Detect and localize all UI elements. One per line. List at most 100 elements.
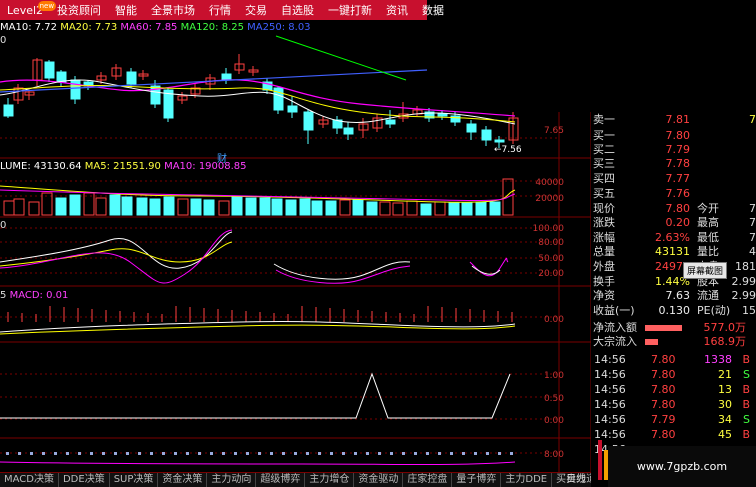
menu-item-5[interactable]: 交易 xyxy=(238,2,274,18)
menu-item-6[interactable]: 自选股 xyxy=(274,2,321,18)
period-label[interactable]: 日线 xyxy=(566,470,586,485)
tick-vol: 30 xyxy=(718,398,732,411)
candle-body xyxy=(287,105,298,113)
menu-item-4[interactable]: 行情 xyxy=(202,2,238,18)
bid3-row[interactable]: 买三 7.78 xyxy=(591,157,756,170)
indicator-tab-6[interactable]: 主力增仓 xyxy=(305,473,355,487)
indicator-tab-10[interactable]: 主力DDE xyxy=(501,473,553,487)
kdj-axis-1: 100.00 xyxy=(532,224,565,234)
ma-header-row2: 0 xyxy=(0,35,7,46)
indicator-dot xyxy=(54,452,57,455)
indicator-dot xyxy=(318,452,321,455)
indicator-dot xyxy=(78,452,81,455)
indicator-dot xyxy=(234,452,237,455)
tick-time: 14:56 xyxy=(594,368,626,381)
indicator-tab-3[interactable]: 资金决策 xyxy=(158,473,208,487)
bid2-price: 7.79 xyxy=(665,143,691,156)
volume-bar xyxy=(271,198,283,216)
indicator-dot xyxy=(222,452,225,455)
volume-bar xyxy=(231,196,243,216)
open-value: 7 xyxy=(749,202,756,215)
menu-item-0[interactable]: Level2 new xyxy=(0,0,57,17)
menu-item-9[interactable]: 数据 xyxy=(415,2,451,18)
netflow-value: 577.0万 xyxy=(703,321,747,334)
indicator-tab-0[interactable]: MACD决策 xyxy=(0,473,59,487)
indicator-dot xyxy=(510,452,513,455)
indicator-dot xyxy=(270,452,273,455)
indicator-dot xyxy=(402,452,405,455)
open-label: 今开 xyxy=(697,202,719,215)
volume-bar xyxy=(203,199,215,216)
menu-item-2[interactable]: 智能 xyxy=(108,2,144,18)
tick-price: 7.79 xyxy=(651,413,676,426)
volume-header: LUME: 43130.64 MA5: 21551.90 MA10: 19008… xyxy=(0,161,247,172)
indicator-tab-5[interactable]: 超级博弈 xyxy=(256,473,306,487)
chart-canvas[interactable] xyxy=(0,0,591,472)
candle-body xyxy=(343,127,354,135)
tick-bs: B xyxy=(742,353,750,366)
candle-body xyxy=(221,73,232,81)
block-label: 大宗流入 xyxy=(593,335,637,348)
bid1-row[interactable]: 买一 7.80 xyxy=(591,129,756,142)
indicator-dot xyxy=(426,452,429,455)
bid5-row[interactable]: 买五 7.76 xyxy=(591,187,756,200)
volume-bar xyxy=(149,198,161,216)
netflow-row: 净流入额 577.0万 xyxy=(591,321,756,334)
menu-item-1[interactable]: 投资顾问 xyxy=(50,2,108,18)
indicator-dot xyxy=(462,452,465,455)
bid2-row[interactable]: 买二 7.79 xyxy=(591,143,756,156)
pct-row: 涨幅 2.63% 最低 7 xyxy=(591,231,756,244)
menu-item-3[interactable]: 全景市场 xyxy=(144,2,202,18)
tick-price: 7.80 xyxy=(651,368,676,381)
indicator-tab-9[interactable]: 量子博弈 xyxy=(452,473,502,487)
pct-value: 2.63% xyxy=(655,231,690,244)
indicator-dot xyxy=(366,452,369,455)
tick-price: 7.80 xyxy=(651,398,676,411)
volume-bar xyxy=(366,201,378,216)
bid1-price: 7.80 xyxy=(665,129,691,142)
indicator-dot xyxy=(438,452,441,455)
bid2-label: 买二 xyxy=(593,143,615,156)
ask1-row[interactable]: 卖一 7.81 7 xyxy=(591,113,756,126)
tick-bs: B xyxy=(742,383,750,396)
candle-body xyxy=(303,111,314,131)
indicator-tab-7[interactable]: 资金驱动 xyxy=(354,473,404,487)
indicator-tab-4[interactable]: 主力动向 xyxy=(207,473,257,487)
bid4-row[interactable]: 买四 7.77 xyxy=(591,172,756,185)
volume-ma5: MA5: 21551.90 xyxy=(84,161,161,172)
tick-bs: S xyxy=(743,368,750,381)
eps-row: 收益(一) 0.130 PE(动) 15 xyxy=(591,304,756,317)
volume-bar xyxy=(420,203,432,216)
candle-body xyxy=(385,119,396,125)
candle-body xyxy=(3,104,14,117)
panel6-line xyxy=(0,461,516,465)
indicator-dot xyxy=(378,452,381,455)
panel5-axis-1: 1.00 xyxy=(543,371,564,381)
nav-row: 净资 7.63 流通 2.99 xyxy=(591,289,756,302)
menu-item-8[interactable]: 资讯 xyxy=(379,2,415,18)
bid5-label: 买五 xyxy=(593,187,615,200)
tick-row: 14:56 7.80 30 B xyxy=(591,398,756,411)
bid5-price: 7.76 xyxy=(665,187,691,200)
netflow-bar xyxy=(645,325,682,331)
indicator-dot xyxy=(114,452,117,455)
bid1-label: 买一 xyxy=(593,129,615,142)
float-label: 流通 xyxy=(697,289,719,302)
candle-body xyxy=(450,115,461,123)
volume-bar xyxy=(461,202,473,216)
indicator-tab-1[interactable]: DDE决策 xyxy=(59,473,110,487)
volume-bar xyxy=(177,198,189,216)
candle-body xyxy=(494,139,505,143)
kdj-j-line-2 xyxy=(275,265,411,284)
tick-row: 14:56 7.80 13 B xyxy=(591,383,756,396)
indicator-tab-2[interactable]: SUP决策 xyxy=(110,473,159,487)
menu-item-7[interactable]: 一键打新 xyxy=(321,2,379,18)
tick-vol: 13 xyxy=(718,383,732,396)
netflow-label: 净流入额 xyxy=(593,321,637,334)
indicator-tab-8[interactable]: 庄家控盘 xyxy=(403,473,453,487)
kdj-k-line xyxy=(0,231,233,269)
volume-bar xyxy=(448,202,460,216)
volume-axis-2: 20000 xyxy=(535,194,564,204)
share-capital-value: 2.99 xyxy=(731,275,756,288)
indicator-dot xyxy=(450,452,453,455)
